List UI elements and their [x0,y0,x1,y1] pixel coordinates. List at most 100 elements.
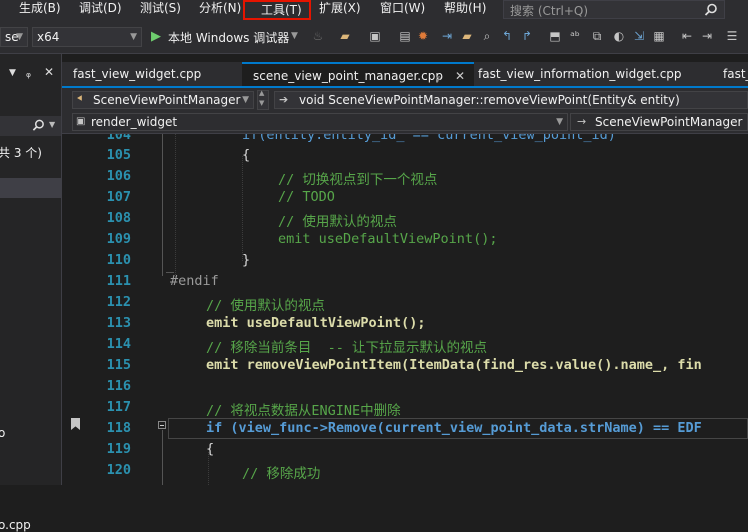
code-line: // 切换视点到下一个视点 [278,172,438,188]
line-number: 109 [106,231,131,247]
pin-icon[interactable]: ᵩ [436,64,441,88]
navigation-bar-secondary: ▣ render_widget ▼ → SceneViewPointManage… [62,112,748,134]
tree-item-partial[interactable]: o [0,426,5,440]
menu-tools[interactable]: 工具(T) [243,0,311,20]
menu-extensions[interactable]: 扩展(X) [319,0,361,20]
play-icon: ▶ [151,29,161,44]
bookmark-icon[interactable]: ⬒ [548,29,562,43]
menu-build[interactable]: 生成(B) [19,0,61,20]
folder-icon[interactable]: ▰ [338,29,352,43]
configuration-dropdown[interactable]: se ▼ [0,27,28,47]
chevron-down-icon: ▼ [130,32,137,42]
step-icon[interactable]: ⇥ [440,29,454,43]
line-number: 114 [106,336,131,352]
function-scope-value: void SceneViewPointManager::removeViewPo… [299,93,680,107]
line-number: 119 [106,441,131,457]
search-input[interactable]: 搜索 (Ctrl+Q) [503,0,725,19]
tab-scene-view-point-manager[interactable]: scene_view_point_manager.cpp ᵩ ✕ [242,62,474,86]
search-box[interactable]: ▼ [0,116,61,136]
import-icon[interactable]: ⇲ [632,29,646,43]
code-editor[interactable]: 104 105 106 107 108 109 110 111 112 113 … [62,134,748,485]
menu-debug[interactable]: 调试(D) [79,0,122,20]
indent-icon[interactable]: ⇤ [680,29,694,43]
member-scope-dropdown[interactable]: → SceneViewPointManager [570,113,748,131]
menu-test[interactable]: 测试(S) [140,0,181,20]
search-icon [704,3,717,16]
dropdown-arrow-icon[interactable]: ▼ [9,68,16,78]
bookmark-icon [71,418,80,430]
tab-label: fast_view_widget.cpp [73,67,202,81]
line-number: 110 [106,252,131,268]
tab-overflow[interactable]: fast_ [712,62,748,86]
tab-label: scene_view_point_manager.cpp [253,69,443,83]
flame-icon[interactable]: ♨ [311,29,325,43]
navigate-back-icon[interactable]: ↰ [500,29,514,43]
platform-dropdown[interactable]: x64 ▼ [32,27,142,47]
tab-label: fast_ [723,67,748,81]
tab-fast-view-widget[interactable]: fast_view_widget.cpp [62,62,242,86]
menu-analyze[interactable]: 分析(N) [199,0,241,20]
code-line: // 使用默认的视点 [206,298,325,314]
menu-bar: 生成(B) 调试(D) 测试(S) 分析(N) 工具(T) 扩展(X) 窗口(W… [0,0,748,20]
code-line: // TODO [278,189,335,205]
code-line: // 移除当前条目 -- 让下拉显示默认的视点 [206,340,488,356]
outdent-icon[interactable]: ⇥ [700,29,714,43]
line-number: 118 [106,420,131,436]
class-scope-value: SceneViewPointManager [93,93,241,107]
file-scope-dropdown[interactable]: ▣ render_widget ▼ [72,113,568,131]
close-icon[interactable]: ✕ [455,64,465,88]
line-number: 115 [106,357,131,373]
tree-item-cpp-file[interactable]: o.cpp [0,518,31,532]
code-line: if (view_func->Remove(current_view_point… [206,420,702,436]
menu-window[interactable]: 窗口(W) [380,0,425,20]
solution-explorer-panel: ▼ ᵩ ✕ ▼ 共 3 个) o o.cpp [0,54,62,532]
tab-fast-view-information-widget[interactable]: fast_view_information_widget.cpp [467,62,717,86]
chevron-up-icon: ▲ [259,89,265,97]
code-line: // 使用默认的视点 [278,214,397,230]
scope-spinner[interactable]: ▲ ▼ [257,89,269,110]
code-line: if(entity.entity_id_ == current_view_poi… [242,134,616,143]
toggle-icon[interactable]: ◐ [612,29,626,43]
code-line: { [206,441,215,457]
line-number: 108 [106,210,131,226]
class-scope-dropdown[interactable]: ⯇ SceneViewPointManager ▼ [72,91,254,109]
code-line: { [242,147,251,163]
selected-tree-item[interactable] [0,178,61,198]
collapse-toggle-icon[interactable] [158,421,166,429]
chevron-down-icon: ▼ [291,31,298,41]
platform-value: x64 [37,30,60,44]
chevron-down-icon: ▼ [16,32,23,42]
code-line: emit useDefaultViewPoint(); [206,315,426,331]
chevron-down-icon: ▼ [242,95,249,105]
document-tabs: fast_view_widget.cpp scene_view_point_ma… [62,62,748,86]
line-number: 104 [106,134,131,143]
comment-icon[interactable]: ▦ [652,29,666,43]
start-debugging-label: 本地 Windows 调试器 [168,31,290,45]
debug-target-icon[interactable]: ✹ [416,29,430,43]
navigate-forward-icon[interactable]: ↱ [520,29,534,43]
copy-icon[interactable]: ⧉ [590,29,604,43]
line-number: 107 [106,189,131,205]
menu-help[interactable]: 帮助(H) [444,0,486,20]
folder-sync-icon[interactable]: ▰ [460,29,474,43]
pin-icon[interactable]: ᵩ [26,66,31,80]
start-debugging-button[interactable]: ▶ 本地 Windows 调试器 ▼ [148,27,301,47]
abc-icon[interactable]: ᵃᵇ [568,29,582,43]
close-icon[interactable]: ✕ [44,65,54,79]
comment-lines-icon[interactable]: ☰ [725,29,739,43]
code-line: emit removeViewPointItem(ItemData(find_r… [206,357,702,373]
chevron-down-icon: ▼ [49,120,56,129]
window-icon[interactable]: ▤ [398,29,412,43]
line-number: 106 [106,168,131,184]
tab-label: fast_view_information_widget.cpp [478,67,682,81]
file-scope-value: render_widget [91,115,178,129]
navigation-bar: ⯇ SceneViewPointManager ▼ ▲ ▼ ➔ void Sce… [62,88,748,112]
find-icon[interactable]: ⌕ [480,29,494,43]
function-scope-dropdown[interactable]: ➔ void SceneViewPointManager::removeView… [274,91,748,109]
code-line: } [242,252,251,268]
search-placeholder: 搜索 (Ctrl+Q) [510,4,589,18]
screenshot-icon[interactable]: ▣ [368,29,382,43]
line-number: 105 [106,147,131,163]
code-line: // 将视点数据从ENGINE中删除 [206,403,401,419]
chevron-down-icon: ▼ [259,99,265,107]
